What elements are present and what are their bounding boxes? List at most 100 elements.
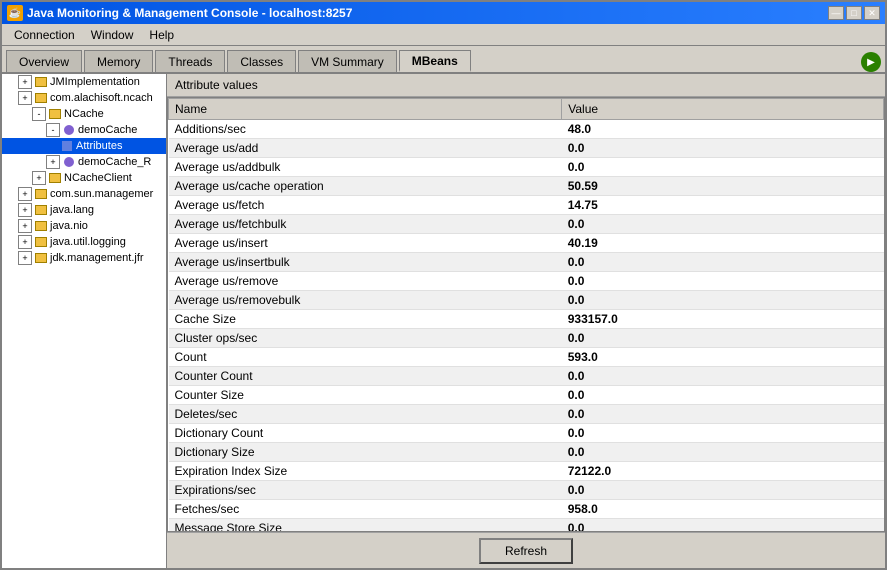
attr-name: Cluster ops/sec [169, 329, 562, 348]
expand-jmimplementation[interactable]: + [18, 75, 32, 89]
tab-classes[interactable]: Classes [227, 50, 296, 72]
table-row[interactable]: Average us/insertbulk0.0 [169, 253, 884, 272]
table-row[interactable]: Expirations/sec0.0 [169, 481, 884, 500]
attr-name: Average us/fetchbulk [169, 215, 562, 234]
menu-window[interactable]: Window [83, 26, 142, 44]
table-row[interactable]: Average us/addbulk0.0 [169, 158, 884, 177]
attr-name: Dictionary Size [169, 443, 562, 462]
table-row[interactable]: Average us/add0.0 [169, 139, 884, 158]
table-row[interactable]: Average us/insert40.19 [169, 234, 884, 253]
attr-name: Cache Size [169, 310, 562, 329]
menu-bar: Connection Window Help [2, 24, 885, 46]
expand-java-util-logging[interactable]: + [18, 235, 32, 249]
tree-item-jmimplementation[interactable]: + JMImplementation [2, 74, 166, 90]
main-window: ☕ Java Monitoring & Management Console -… [0, 0, 887, 570]
tree-item-attributes[interactable]: Attributes [2, 138, 166, 154]
attr-name: Additions/sec [169, 120, 562, 139]
attr-value: 0.0 [562, 272, 884, 291]
attr-value: 958.0 [562, 500, 884, 519]
tab-threads[interactable]: Threads [155, 50, 225, 72]
attr-name: Average us/insertbulk [169, 253, 562, 272]
folder-icon [48, 107, 62, 121]
menu-connection[interactable]: Connection [6, 26, 83, 44]
tree-item-ncache[interactable]: - NCache [2, 106, 166, 122]
minimize-button[interactable]: — [828, 6, 844, 20]
attr-name: Counter Count [169, 367, 562, 386]
attr-value: 0.0 [562, 329, 884, 348]
table-row[interactable]: Average us/remove0.0 [169, 272, 884, 291]
attr-name: Expirations/sec [169, 481, 562, 500]
table-row[interactable]: Counter Size0.0 [169, 386, 884, 405]
tree-item-com-sun[interactable]: + com.sun.managemer [2, 186, 166, 202]
attr-value: 0.0 [562, 291, 884, 310]
table-row[interactable]: Additions/sec48.0 [169, 120, 884, 139]
attr-value: 0.0 [562, 481, 884, 500]
tree-item-com-alachisoft[interactable]: + com.alachisoft.ncach [2, 90, 166, 106]
tree-item-java-nio[interactable]: + java.nio [2, 218, 166, 234]
tree-item-democache[interactable]: - demoCache [2, 122, 166, 138]
col-header-value: Value [562, 99, 884, 120]
attr-value: 0.0 [562, 367, 884, 386]
expand-com-alachisoft[interactable]: + [18, 91, 32, 105]
tree-item-java-util-logging[interactable]: + java.util.logging [2, 234, 166, 250]
attr-value: 48.0 [562, 120, 884, 139]
attr-name: Counter Size [169, 386, 562, 405]
table-row[interactable]: Average us/cache operation50.59 [169, 177, 884, 196]
table-row[interactable]: Average us/fetch14.75 [169, 196, 884, 215]
expand-com-sun[interactable]: + [18, 187, 32, 201]
attr-value: 0.0 [562, 405, 884, 424]
maximize-button[interactable]: □ [846, 6, 862, 20]
title-bar: ☕ Java Monitoring & Management Console -… [2, 2, 885, 24]
tree-item-ncacheclient[interactable]: + NCacheClient [2, 170, 166, 186]
bean-icon [62, 123, 76, 137]
attr-value: 0.0 [562, 519, 884, 533]
expand-democache[interactable]: - [46, 123, 60, 137]
expand-democache-r[interactable]: + [46, 155, 60, 169]
expand-jdk-management-jfr[interactable]: + [18, 251, 32, 265]
attr-value: 14.75 [562, 196, 884, 215]
table-row[interactable]: Average us/fetchbulk0.0 [169, 215, 884, 234]
attr-name: Average us/fetch [169, 196, 562, 215]
menu-help[interactable]: Help [141, 26, 182, 44]
folder-icon [34, 219, 48, 233]
attr-value: 0.0 [562, 253, 884, 272]
table-row[interactable]: Average us/removebulk0.0 [169, 291, 884, 310]
attr-table: Name Value Additions/sec48.0Average us/a… [168, 98, 884, 532]
bean-icon [62, 155, 76, 169]
table-row[interactable]: Count593.0 [169, 348, 884, 367]
window-controls: — □ ✕ [828, 6, 880, 20]
table-row[interactable]: Counter Count0.0 [169, 367, 884, 386]
tab-overview[interactable]: Overview [6, 50, 82, 72]
attr-value: 933157.0 [562, 310, 884, 329]
attr-value: 40.19 [562, 234, 884, 253]
tree-item-jdk-management-jfr[interactable]: + jdk.management.jfr [2, 250, 166, 266]
table-row[interactable]: Cluster ops/sec0.0 [169, 329, 884, 348]
right-panel: Attribute values Name Value Additions/se… [167, 74, 885, 568]
attr-table-container[interactable]: Name Value Additions/sec48.0Average us/a… [167, 97, 885, 532]
folder-icon [34, 235, 48, 249]
refresh-button[interactable]: Refresh [479, 538, 573, 564]
close-button[interactable]: ✕ [864, 6, 880, 20]
table-row[interactable]: Fetches/sec958.0 [169, 500, 884, 519]
attr-name: Average us/cache operation [169, 177, 562, 196]
table-row[interactable]: Dictionary Size0.0 [169, 443, 884, 462]
table-row[interactable]: Dictionary Count0.0 [169, 424, 884, 443]
attr-value: 0.0 [562, 158, 884, 177]
table-row[interactable]: Expiration Index Size72122.0 [169, 462, 884, 481]
expand-ncacheclient[interactable]: + [32, 171, 46, 185]
tree-item-java-lang[interactable]: + java.lang [2, 202, 166, 218]
attr-name: Average us/removebulk [169, 291, 562, 310]
expand-java-lang[interactable]: + [18, 203, 32, 217]
attr-name: Expiration Index Size [169, 462, 562, 481]
tab-vmsummary[interactable]: VM Summary [298, 50, 397, 72]
attr-name: Average us/addbulk [169, 158, 562, 177]
table-row[interactable]: Cache Size933157.0 [169, 310, 884, 329]
tree-item-democache-r[interactable]: + demoCache_R [2, 154, 166, 170]
table-row[interactable]: Message Store Size0.0 [169, 519, 884, 533]
expand-ncache[interactable]: - [32, 107, 46, 121]
tab-memory[interactable]: Memory [84, 50, 153, 72]
expand-java-nio[interactable]: + [18, 219, 32, 233]
tab-mbeans[interactable]: MBeans [399, 50, 471, 72]
table-row[interactable]: Deletes/sec0.0 [169, 405, 884, 424]
folder-icon [34, 91, 48, 105]
